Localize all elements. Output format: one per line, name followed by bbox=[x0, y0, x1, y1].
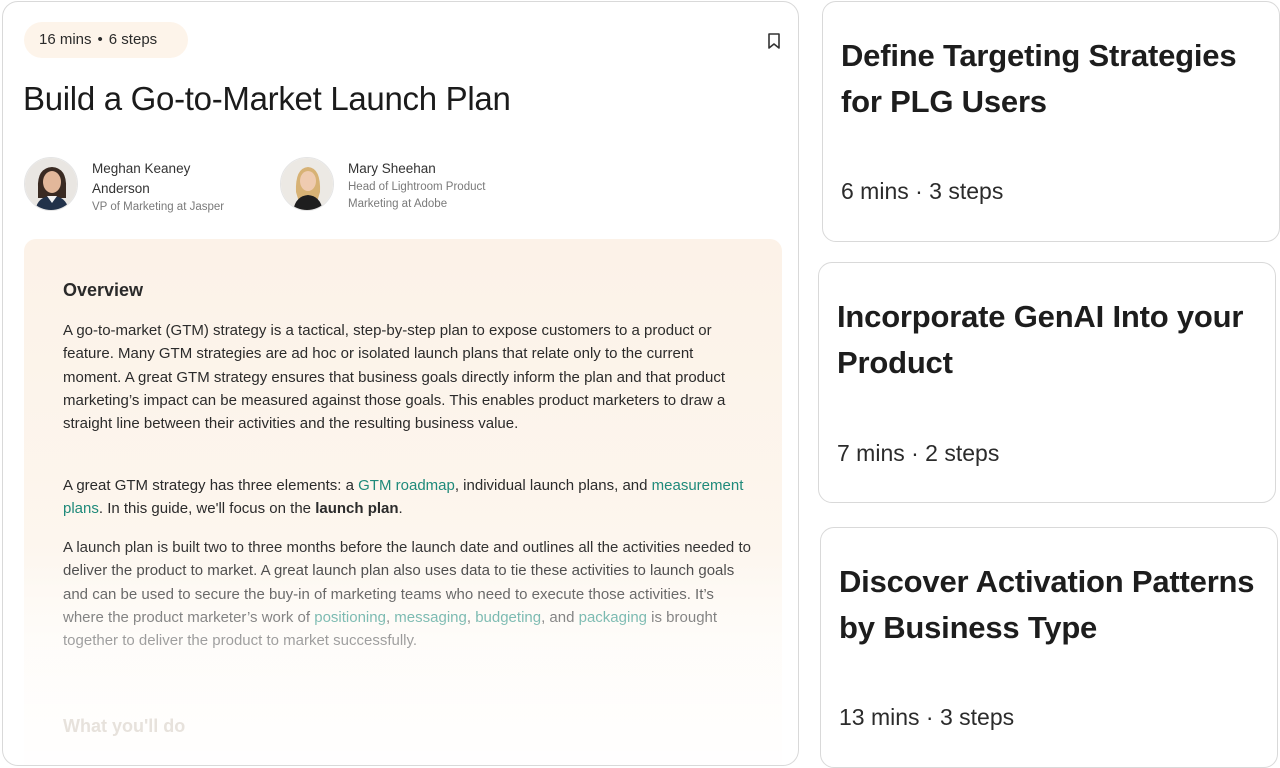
related-guide-card[interactable]: Discover Activation Patterns by Business… bbox=[820, 527, 1278, 768]
overview-heading: Overview bbox=[63, 280, 144, 300]
related-guide-meta: 13 mins · 3 steps bbox=[839, 704, 1015, 730]
guide-meta-pill: 16 mins • 6 steps bbox=[24, 22, 188, 58]
avatar bbox=[24, 157, 78, 211]
bookmark-icon[interactable] bbox=[764, 31, 784, 51]
what-youll-do-heading: What you'll do bbox=[63, 716, 186, 736]
guide-card: 16 mins • 6 steps Build a Go-to-Market Lau… bbox=[2, 1, 799, 766]
author-card[interactable]: Mary Sheehan Head of Lightroom Product M… bbox=[280, 157, 508, 213]
author-name: Mary Sheehan bbox=[348, 161, 436, 176]
messaging-link[interactable]: messaging bbox=[394, 609, 467, 626]
launch-plan-emphasis: launch plan bbox=[315, 500, 399, 518]
packaging-link[interactable]: packaging bbox=[579, 609, 647, 626]
related-guide-title: Incorporate GenAI Into your Product bbox=[837, 299, 1244, 380]
meta-separator: • bbox=[97, 31, 103, 48]
related-guide-card[interactable]: Define Targeting Strategies for PLG User… bbox=[822, 1, 1280, 242]
author-role: Head of Lightroom Product Marketing at A… bbox=[348, 181, 486, 210]
author-card[interactable]: Meghan Keaney Anderson VP of Marketing a… bbox=[24, 157, 224, 216]
author-name: Meghan Keaney Anderson bbox=[92, 161, 191, 196]
overview-section: Overview A go-to-market (GTM) strategy i… bbox=[24, 239, 782, 765]
overview-paragraph: A great GTM strategy has three elements:… bbox=[63, 474, 753, 521]
budgeting-link[interactable]: budgeting bbox=[475, 609, 541, 626]
text-span: A great GTM strategy has three elements:… bbox=[63, 477, 359, 494]
text-span: , individual launch plans, and bbox=[454, 477, 652, 494]
text-span: . In this guide, we'll focus on the bbox=[98, 500, 316, 518]
text-span: . bbox=[398, 500, 403, 518]
related-guide-title: Define Targeting Strategies for PLG User… bbox=[841, 38, 1237, 119]
related-guide-title: Discover Activation Patterns by Business… bbox=[839, 564, 1255, 645]
text-span: , bbox=[466, 608, 476, 626]
related-guide-meta: 6 mins · 3 steps bbox=[841, 178, 1004, 204]
related-guide-meta: 7 mins · 2 steps bbox=[837, 440, 1000, 466]
avatar bbox=[280, 157, 334, 211]
text-span: , and bbox=[541, 608, 579, 626]
positioning-link[interactable]: positioning bbox=[314, 609, 386, 626]
guide-duration: 16 mins bbox=[39, 31, 92, 48]
gtm-roadmap-link[interactable]: GTM roadmap bbox=[358, 477, 455, 494]
guide-title: Build a Go-to-Market Launch Plan bbox=[23, 80, 511, 117]
author-role: VP of Marketing at Jasper bbox=[92, 201, 225, 213]
overview-paragraph: A launch plan is built two to three mont… bbox=[63, 536, 753, 652]
related-guide-card[interactable]: Incorporate GenAI Into your Product 7 mi… bbox=[818, 262, 1276, 503]
overview-paragraph: A go-to-market (GTM) strategy is a tacti… bbox=[63, 322, 726, 433]
guide-steps: 6 steps bbox=[108, 31, 158, 48]
